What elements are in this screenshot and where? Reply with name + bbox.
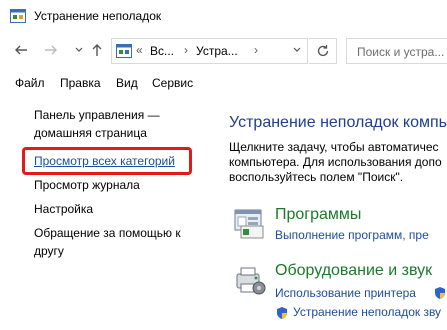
sidebar-item-label: домашняя страница [34, 126, 147, 140]
category-programs-title[interactable]: Программы [275, 206, 361, 224]
description-line: Щелкните задачу, чтобы автоматичес [229, 140, 439, 154]
breadcrumb-separator-icon: › [184, 43, 188, 57]
breadcrumb-separator-icon: › [254, 43, 258, 57]
address-bar[interactable]: « Вс... › Устра... › [111, 38, 308, 64]
arrow-up-icon[interactable] [88, 40, 106, 60]
category-hardware-sound: Оборудование и звук Использование принте… [233, 262, 447, 330]
sidebar-item-view-all-categories[interactable]: Просмотр всех категорий [34, 152, 175, 170]
title-bar: Устранение неполадок [0, 0, 447, 32]
refresh-icon[interactable] [309, 38, 337, 64]
sidebar-item-label: Панель управления — [34, 108, 160, 122]
link-troubleshoot-sound[interactable]: Устранение неполадок зву [293, 305, 441, 319]
troubleshoot-app-icon [10, 9, 26, 23]
category-programs: Программы Выполнение программ, пре [233, 206, 447, 246]
menu-tools[interactable]: Сервис [152, 76, 193, 90]
navigation-bar: « Вс... › Устра... › Поиск и устра... [0, 34, 447, 68]
sidebar-item-settings[interactable]: Настройка [34, 200, 93, 218]
sidebar-item-view-history[interactable]: Просмотр журнала [34, 176, 140, 194]
description-line: воспользуйтесь полем "Поиск". [229, 170, 404, 184]
link-run-programs[interactable]: Выполнение программ, пре [275, 228, 429, 242]
page-title: Устранение неполадок компь [229, 114, 447, 131]
uac-shield-icon [277, 307, 287, 319]
search-input[interactable]: Поиск и устра... [346, 38, 447, 64]
sidebar: Панель управления — домашняя страница Пр… [0, 94, 215, 330]
window-title: Устранение неполадок [34, 9, 162, 23]
sidebar-item-get-help[interactable]: Обращение за помощью к другу [34, 224, 181, 260]
breadcrumb-item[interactable]: Вс... [150, 44, 174, 58]
main-content: Устранение неполадок компь Щелкните зада… [215, 94, 447, 330]
uac-shield-icon [435, 287, 445, 299]
breadcrumb-item[interactable]: Устра... [196, 44, 238, 58]
sidebar-item-control-panel-home[interactable]: Панель управления — домашняя страница [34, 106, 160, 142]
menu-edit[interactable]: Правка [60, 76, 101, 90]
link-use-printer[interactable]: Использование принтера [275, 286, 416, 300]
address-overflow[interactable]: « [136, 43, 143, 57]
programs-icon[interactable] [233, 206, 267, 240]
page-description: Щелкните задачу, чтобы автоматичес компь… [229, 140, 442, 185]
search-placeholder: Поиск и устра... [357, 45, 445, 59]
menu-view[interactable]: Вид [116, 76, 138, 90]
hardware-sound-icon[interactable] [233, 262, 267, 296]
arrow-right-icon[interactable] [42, 40, 60, 60]
sidebar-item-label: другу [34, 244, 64, 258]
address-dropdown-icon[interactable] [293, 45, 301, 56]
arrow-left-icon[interactable] [12, 40, 30, 60]
menu-file[interactable]: Файл [15, 76, 45, 90]
chevron-down-icon[interactable] [70, 40, 88, 60]
sidebar-item-label: Обращение за помощью к [34, 226, 181, 240]
category-hardware-sound-title[interactable]: Оборудование и звук [275, 262, 432, 280]
control-panel-icon [116, 44, 132, 58]
description-line: компьютера. Для использования допо [229, 155, 442, 169]
menu-bar: Файл Правка Вид Сервис [0, 70, 447, 94]
